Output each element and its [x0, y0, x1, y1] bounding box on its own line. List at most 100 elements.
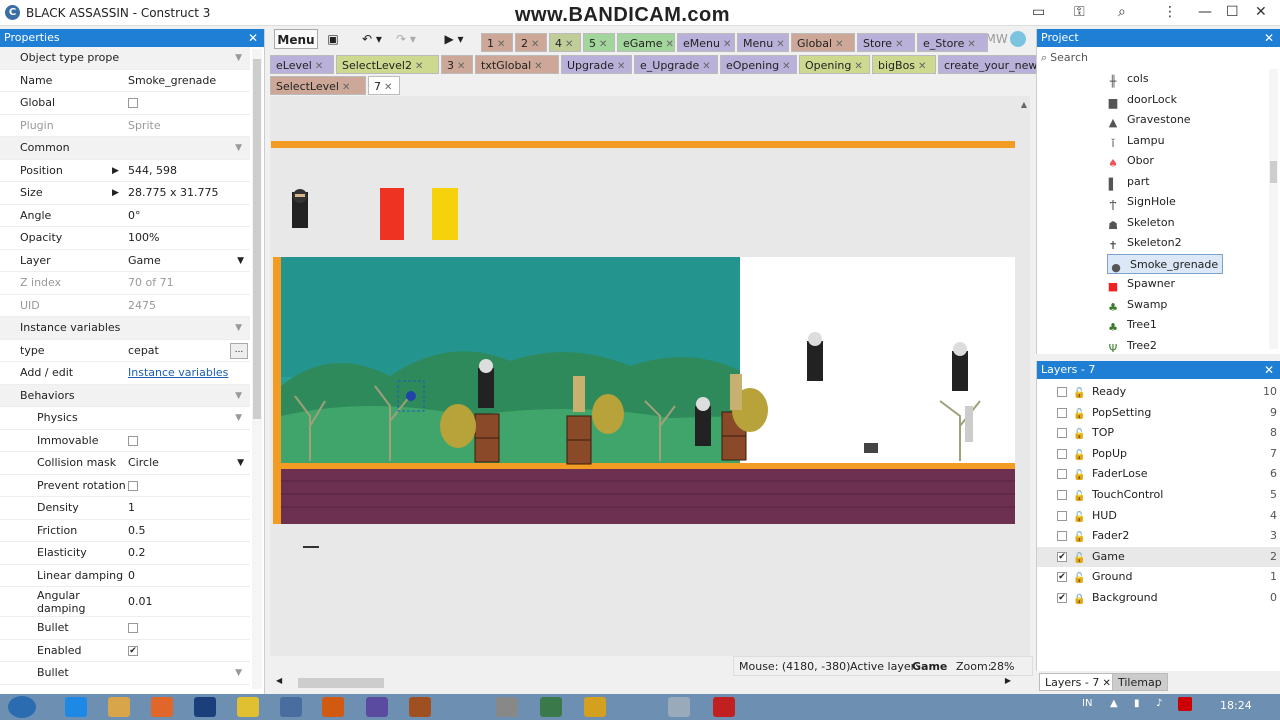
- property-row[interactable]: Instance variables ▼: [0, 317, 250, 340]
- scroll-left-icon[interactable]: ◀: [276, 676, 282, 685]
- layout-canvas[interactable]: [270, 96, 1030, 656]
- project-item-gravestone[interactable]: ▲ Gravestone: [1107, 110, 1191, 130]
- project-item-obor[interactable]: ♠ Obor: [1107, 151, 1154, 171]
- project-item-swamp[interactable]: ♣ Swamp: [1107, 295, 1167, 315]
- tab-store[interactable]: Store ✕: [857, 33, 915, 52]
- layer-visible-checkbox[interactable]: ✔: [1057, 593, 1067, 603]
- close-tab-icon[interactable]: ✕: [497, 39, 505, 50]
- volume-icon[interactable]: ♪: [1156, 698, 1162, 709]
- bottom-tab-tilemap[interactable]: Tilemap: [1112, 673, 1168, 691]
- redo-icon[interactable]: ↷ ▾: [392, 29, 420, 49]
- checkbox[interactable]: [128, 623, 138, 633]
- properties-scroll-thumb[interactable]: [253, 59, 261, 419]
- firefox-icon[interactable]: [151, 697, 173, 717]
- winrar-icon[interactable]: [409, 697, 431, 717]
- layer-visible-checkbox[interactable]: [1057, 469, 1067, 480]
- property-value[interactable]: 0.5: [128, 520, 248, 542]
- unlock-icon[interactable]: 🔓: [1073, 446, 1085, 466]
- collapse-chevron-icon[interactable]: ▼: [235, 385, 242, 407]
- tab-menu[interactable]: Menu ✕: [737, 33, 789, 52]
- expand-arrow-icon[interactable]: ▶: [112, 160, 119, 182]
- close-tab-icon[interactable]: ✕: [895, 39, 903, 50]
- tab-emenu[interactable]: eMenu ✕: [677, 33, 735, 52]
- checkbox-checked[interactable]: ✔: [128, 645, 138, 656]
- close-tab-icon[interactable]: ✕: [723, 39, 731, 50]
- layer-row-game[interactable]: ✔ 🔓 Game 2: [1037, 546, 1280, 569]
- property-value[interactable]: Smoke_grenade: [128, 70, 248, 92]
- close-tab-icon[interactable]: ✕: [342, 82, 350, 93]
- property-value[interactable]: 0.2: [128, 542, 248, 564]
- close-tab-icon[interactable]: ✕: [854, 61, 862, 72]
- layer-row-touchcontrol[interactable]: 🔓 TouchControl 5: [1037, 485, 1280, 505]
- tab-selectlevel2[interactable]: SelectLevel2 ✕: [336, 55, 439, 74]
- scroll-up-icon[interactable]: ▲: [1021, 100, 1027, 109]
- close-tab-icon[interactable]: ✕: [918, 61, 926, 72]
- layer-row-ready[interactable]: 🔓 Ready 10: [1037, 382, 1280, 402]
- unlock-icon[interactable]: 🔓: [1073, 425, 1085, 445]
- user-avatar[interactable]: [1010, 31, 1026, 47]
- project-item-skeleton[interactable]: ☗ Skeleton: [1107, 213, 1175, 233]
- property-value[interactable]: 0°: [128, 205, 248, 227]
- lock-icon[interactable]: 🔒: [1073, 590, 1085, 610]
- layer-visible-checkbox[interactable]: [1057, 531, 1067, 542]
- property-value[interactable]: 28.775 x 31.775: [128, 182, 248, 204]
- network-icon[interactable]: ▮: [1134, 698, 1140, 709]
- layer-visible-checkbox[interactable]: [1057, 387, 1067, 397]
- tab-opening[interactable]: Opening ✕: [799, 55, 870, 74]
- more-icon[interactable]: ⋮: [1163, 4, 1177, 20]
- project-item-doorlock[interactable]: ▆ doorLock: [1107, 90, 1177, 110]
- close-tab-icon[interactable]: ✕: [565, 39, 573, 50]
- tab-7[interactable]: 7 ✕: [368, 76, 400, 95]
- layer-visible-checkbox[interactable]: [1057, 510, 1067, 521]
- save-icon[interactable]: ▣: [324, 29, 342, 49]
- maximize-icon[interactable]: ☐: [1226, 4, 1239, 20]
- checkbox[interactable]: [128, 98, 138, 108]
- project-search-input[interactable]: ⌕ Search: [1041, 49, 1276, 67]
- tab-upgrade[interactable]: Upgrade ✕: [561, 55, 632, 74]
- tab-4[interactable]: 4 ✕: [549, 33, 581, 52]
- hscroll-thumb[interactable]: [298, 678, 384, 688]
- close-tab-icon[interactable]: ✕: [967, 39, 975, 50]
- collapse-chevron-icon[interactable]: ▼: [235, 662, 242, 684]
- layer-visible-checkbox[interactable]: [1057, 490, 1067, 500]
- app1-icon[interactable]: [280, 697, 302, 717]
- close-tab-icon[interactable]: ✕: [415, 61, 423, 72]
- project-item-skeleton2[interactable]: ✝ Skeleton2: [1107, 233, 1181, 253]
- unlock-icon[interactable]: 🔓: [1073, 549, 1085, 569]
- ie-icon[interactable]: [65, 697, 87, 717]
- app2-icon[interactable]: [322, 697, 344, 717]
- chrome-icon[interactable]: [237, 697, 259, 717]
- app6-icon[interactable]: [668, 697, 690, 717]
- property-row[interactable]: Object type properties ▼: [0, 47, 250, 70]
- unlock-icon[interactable]: 🔓: [1073, 405, 1085, 425]
- app5-icon[interactable]: [584, 697, 606, 717]
- property-value[interactable]: ✔: [128, 640, 248, 662]
- project-item-smoke-grenade[interactable]: ● Smoke_grenade: [1107, 253, 1224, 274]
- edit-value-button[interactable]: ...: [230, 342, 248, 359]
- dropdown-arrow-icon[interactable]: ▼: [237, 250, 244, 272]
- collapse-chevron-icon[interactable]: ▼: [235, 137, 242, 159]
- photoshop-icon[interactable]: [194, 697, 216, 717]
- unlock-icon[interactable]: 🔓: [1073, 528, 1085, 548]
- property-value[interactable]: [128, 92, 248, 114]
- layer-visible-checkbox[interactable]: ✔: [1057, 551, 1067, 562]
- project-item-part[interactable]: ▌ part: [1107, 172, 1150, 192]
- collapse-chevron-icon[interactable]: ▼: [235, 317, 242, 339]
- properties-scrollbar[interactable]: [252, 49, 262, 689]
- property-value[interactable]: [128, 475, 248, 497]
- property-value[interactable]: [128, 430, 248, 452]
- close-properties-icon[interactable]: ✕: [248, 29, 258, 47]
- start-icon[interactable]: [8, 696, 36, 718]
- close-tab-icon[interactable]: ✕: [534, 61, 542, 72]
- checkbox[interactable]: [128, 435, 138, 446]
- property-row[interactable]: Common ▼: [0, 137, 250, 160]
- explorer-icon[interactable]: [108, 697, 130, 717]
- tab-e-upgrade[interactable]: e_Upgrade ✕: [634, 55, 718, 74]
- property-value[interactable]: 1: [128, 497, 248, 519]
- bottom-tab-layers-7[interactable]: Layers - 7 ✕: [1039, 673, 1117, 691]
- close-tab-icon[interactable]: ✕: [457, 61, 465, 72]
- unlock-icon[interactable]: 🔓: [1073, 384, 1085, 404]
- property-row[interactable]: Behaviors ▼: [0, 384, 250, 407]
- bandicam-tray-icon[interactable]: [1178, 697, 1192, 711]
- tab-eopening[interactable]: eOpening ✕: [720, 55, 797, 74]
